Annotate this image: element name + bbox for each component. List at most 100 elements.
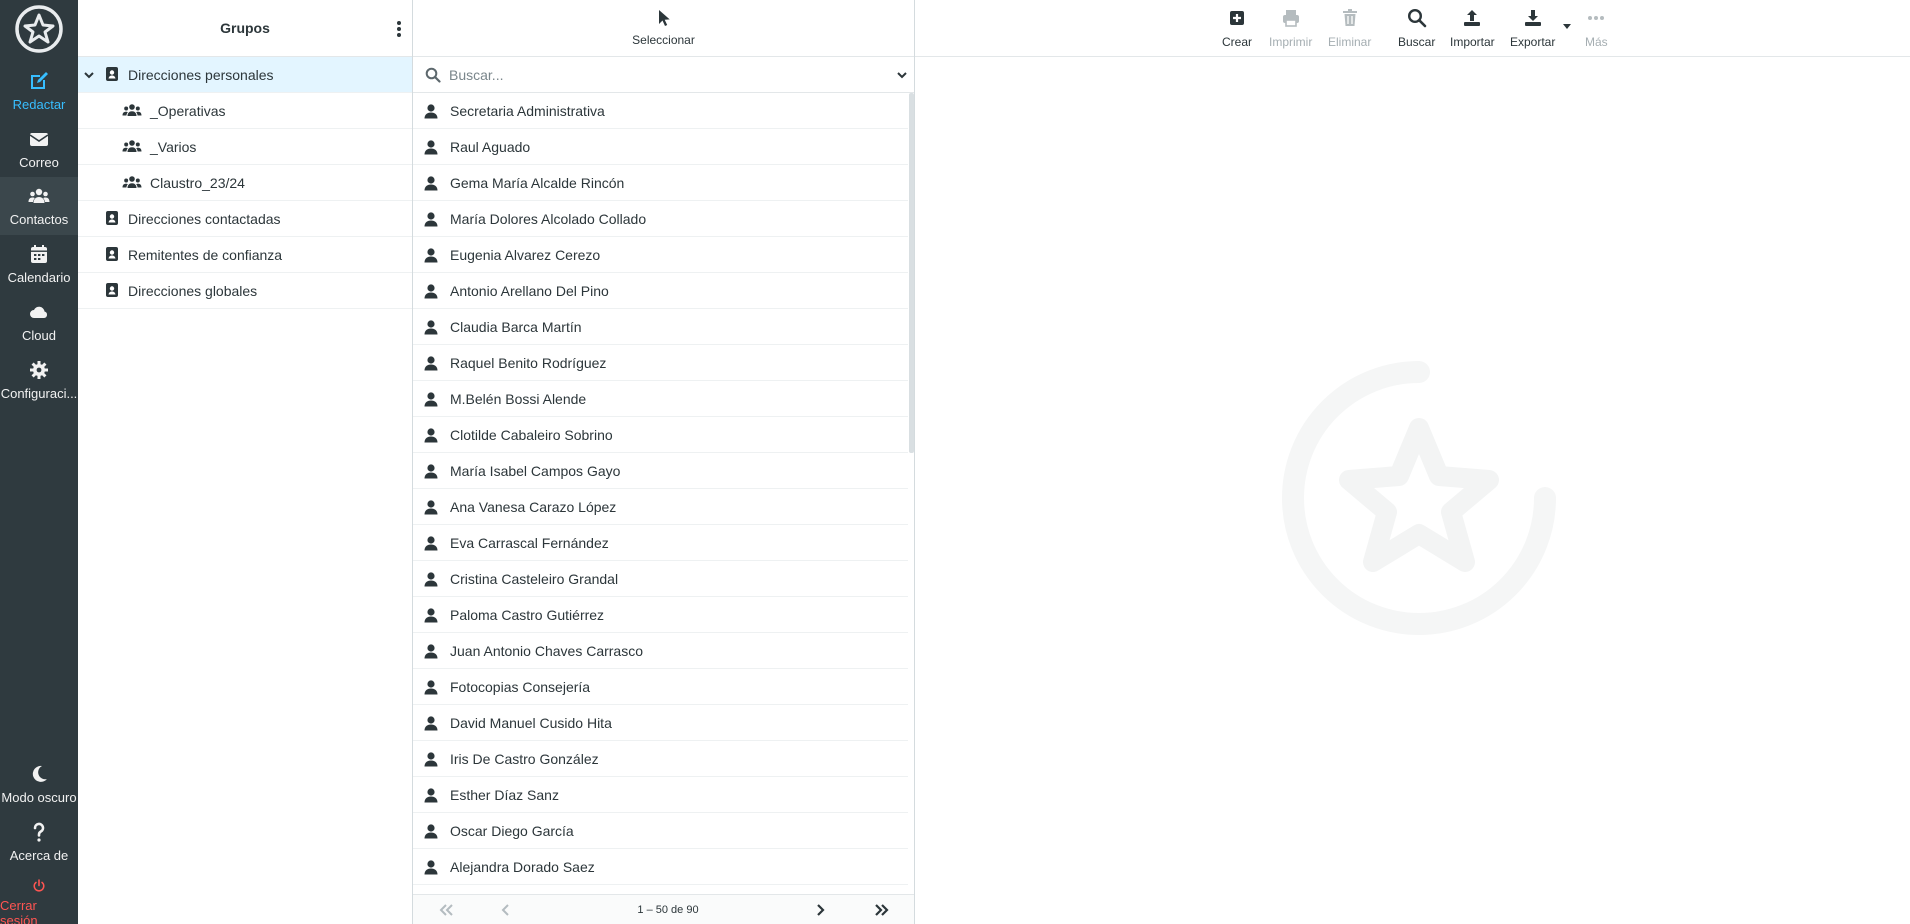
- contact-row[interactable]: Eva Carrascal Fernández: [413, 525, 908, 561]
- group-item-contacted[interactable]: Direcciones contactadas: [78, 201, 412, 237]
- nav-about-label: Acerca de: [9, 848, 69, 863]
- nav-cloud[interactable]: Cloud: [0, 293, 78, 351]
- main-nav: Redactar Correo Contactos Calendario Clo…: [0, 0, 78, 924]
- contact-row[interactable]: María Dolores Alcolado Collado: [413, 201, 908, 237]
- contact-name: Raquel Benito Rodríguez: [450, 355, 607, 371]
- contact-row[interactable]: Ana Vanesa Carazo López: [413, 489, 908, 525]
- contact-name: María Dolores Alcolado Collado: [450, 211, 647, 227]
- contact-row[interactable]: M.Belén Bossi Alende: [413, 381, 908, 417]
- contact-name: Secretaria Administrativa: [450, 103, 605, 119]
- person-icon: [424, 752, 438, 767]
- contact-name: Cristina Casteleiro Grandal: [450, 571, 619, 587]
- kebab-menu-icon[interactable]: [396, 19, 402, 39]
- import-button[interactable]: Importar: [1450, 8, 1495, 49]
- nav-settings[interactable]: Configuraci...: [0, 351, 78, 409]
- person-icon: [424, 824, 438, 839]
- nav-calendar[interactable]: Calendario: [0, 235, 78, 293]
- print-button[interactable]: Imprimir: [1269, 8, 1312, 49]
- scrollbar[interactable]: [909, 93, 914, 453]
- nav-compose[interactable]: Redactar: [0, 62, 78, 120]
- contact-row[interactable]: Paloma Castro Gutiérrez: [413, 597, 908, 633]
- person-icon: [424, 464, 438, 479]
- search-button[interactable]: Buscar: [1398, 8, 1435, 49]
- chevron-down-icon[interactable]: [896, 69, 908, 81]
- person-icon: [424, 104, 438, 119]
- address-book-icon: [106, 247, 118, 261]
- chevron-down-icon[interactable]: [83, 69, 95, 81]
- group-item-trusted[interactable]: Remitentes de confianza: [78, 237, 412, 273]
- nav-dark-mode[interactable]: Modo oscuro: [0, 755, 78, 813]
- nav-contacts[interactable]: Contactos: [0, 177, 78, 235]
- contact-name: Oscar Diego García: [450, 823, 574, 839]
- group-item-global[interactable]: Direcciones globales: [78, 273, 412, 309]
- person-icon: [424, 860, 438, 875]
- contact-row[interactable]: Secretaria Administrativa: [413, 93, 908, 129]
- person-icon: [424, 248, 438, 263]
- delete-button[interactable]: Eliminar: [1328, 8, 1371, 49]
- group-label: Direcciones personales: [128, 67, 274, 83]
- group-item-claustro[interactable]: Claustro_23/24: [78, 165, 412, 201]
- nav-about[interactable]: Acerca de: [0, 813, 78, 871]
- contact-row[interactable]: Cristina Casteleiro Grandal: [413, 561, 908, 597]
- contact-row[interactable]: Juan Antonio Chaves Carrasco: [413, 633, 908, 669]
- pagination: 1 – 50 de 90: [413, 894, 914, 924]
- groups-panel: Grupos Direcciones personales _Operativa…: [78, 0, 413, 924]
- contact-row[interactable]: Eugenia Alvarez Cerezo: [413, 237, 908, 273]
- group-label: _Varios: [150, 139, 197, 155]
- trash-icon: [1342, 9, 1357, 26]
- ellipsis-icon: [1588, 16, 1605, 20]
- contact-name: Paloma Castro Gutiérrez: [450, 607, 605, 623]
- previous-page-icon[interactable]: [497, 902, 515, 918]
- person-icon: [424, 392, 438, 407]
- contact-row[interactable]: Raul Aguado: [413, 129, 908, 165]
- caret-down-icon[interactable]: [1563, 24, 1571, 30]
- create-button[interactable]: Crear: [1222, 8, 1252, 49]
- person-icon: [424, 140, 438, 155]
- last-page-icon[interactable]: [873, 902, 891, 918]
- next-page-icon[interactable]: [811, 902, 829, 918]
- person-icon: [424, 680, 438, 695]
- nav-mail[interactable]: Correo: [0, 120, 78, 178]
- users-icon: [122, 176, 142, 188]
- contact-row[interactable]: Clotilde Cabaleiro Sobrino: [413, 417, 908, 453]
- search-input[interactable]: [449, 63, 869, 87]
- contact-name: Clotilde Cabaleiro Sobrino: [450, 427, 613, 443]
- nav-contacts-label: Contactos: [9, 212, 69, 227]
- contact-row[interactable]: Esther Díaz Sanz: [413, 777, 908, 813]
- search-label: Buscar: [1398, 35, 1436, 49]
- download-icon: [1524, 10, 1541, 26]
- roundcube-logo-icon[interactable]: [12, 4, 66, 54]
- contacts-toolbar: Crear Imprimir Eliminar Buscar Importar …: [915, 0, 1910, 57]
- contact-row[interactable]: Raquel Benito Rodríguez: [413, 345, 908, 381]
- contact-row[interactable]: Alejandra Dorado Saez: [413, 849, 908, 885]
- group-item-varios[interactable]: _Varios: [78, 129, 412, 165]
- contact-name: Gema María Alcalde Rincón: [450, 175, 625, 191]
- group-item-operativas[interactable]: _Operativas: [78, 93, 412, 129]
- export-label: Exportar: [1510, 35, 1556, 49]
- export-button[interactable]: Exportar: [1510, 8, 1555, 49]
- search-icon: [1407, 8, 1426, 28]
- person-icon: [424, 644, 438, 659]
- nav-logout[interactable]: Cerrar sesión: [0, 870, 78, 924]
- contact-row[interactable]: Iris De Castro González: [413, 741, 908, 777]
- moon-icon: [32, 765, 47, 782]
- contact-row[interactable]: María Isabel Campos Gayo: [413, 453, 908, 489]
- cursor-icon: [658, 10, 670, 26]
- contact-row[interactable]: Fotocopias Consejería: [413, 669, 908, 705]
- person-icon: [424, 428, 438, 443]
- select-button[interactable]: Seleccionar: [413, 0, 914, 57]
- power-icon: [33, 879, 45, 892]
- group-item-personal[interactable]: Direcciones personales: [78, 57, 412, 93]
- contact-row[interactable]: Antonio Arellano Del Pino: [413, 273, 908, 309]
- contact-row[interactable]: Gema María Alcalde Rincón: [413, 165, 908, 201]
- nav-cloud-label: Cloud: [22, 328, 56, 343]
- search-bar: [413, 57, 914, 93]
- contact-row[interactable]: David Manuel Cusido Hita: [413, 705, 908, 741]
- contact-row[interactable]: Claudia Barca Martín: [413, 309, 908, 345]
- contact-row[interactable]: Oscar Diego García: [413, 813, 908, 849]
- contact-name: Eva Carrascal Fernández: [450, 535, 609, 551]
- contact-name: Fotocopias Consejería: [450, 679, 591, 695]
- more-button[interactable]: Más: [1585, 8, 1608, 49]
- first-page-icon[interactable]: [437, 902, 455, 918]
- print-icon: [1282, 10, 1299, 27]
